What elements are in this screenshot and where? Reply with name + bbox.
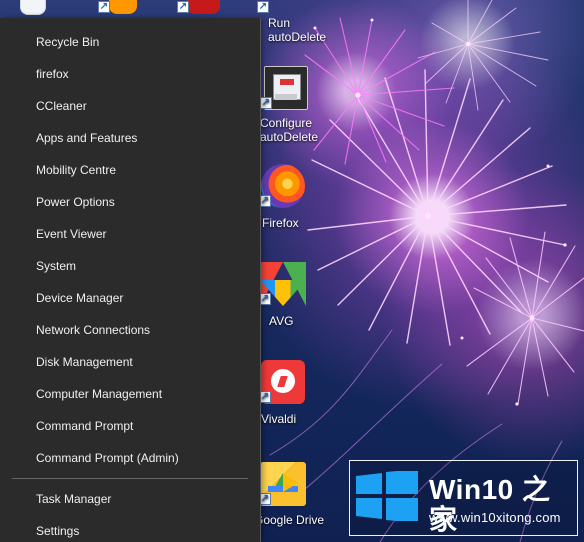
menu-item-system[interactable]: System — [36, 255, 260, 277]
shortcut-arrow-icon: ↗ — [257, 1, 269, 13]
menu-item-device-manager[interactable]: Device Manager — [36, 287, 260, 309]
desktop-icon-google-drive[interactable]: ↗ Google Drive — [254, 462, 328, 540]
desktop-icon-avg[interactable]: ↗ AVG — [258, 262, 328, 332]
watermark-url: www.win10xitong.com — [429, 510, 561, 525]
desktop-icon-configure-autodelete[interactable]: ↗ Configure autoDelete — [258, 66, 328, 144]
menu-item-apps-and-features[interactable]: Apps and Features — [36, 127, 260, 149]
menu-item-disk-management[interactable]: Disk Management — [36, 351, 260, 373]
menu-item-power-options[interactable]: Power Options — [36, 191, 260, 213]
watermark-brand: Win10 之家 — [429, 474, 551, 535]
menu-item-firefox[interactable]: firefox — [36, 63, 260, 85]
menu-item-task-manager[interactable]: Task Manager — [36, 488, 260, 510]
power-user-menu: Recycle Bin firefox CCleaner Apps and Fe… — [0, 18, 261, 542]
desktop-icon-label: Configure autoDelete — [260, 116, 319, 144]
menu-separator — [12, 478, 248, 479]
shortcut-arrow-icon: ↗ — [260, 97, 272, 109]
shortcut-arrow-icon: ↗ — [177, 1, 189, 13]
menu-item-event-viewer[interactable]: Event Viewer — [36, 223, 260, 245]
desktop-icon-vivaldi[interactable]: ↗ Vivaldi — [258, 360, 328, 430]
menu-item-ccleaner[interactable]: CCleaner — [36, 95, 260, 117]
shortcut-arrow-icon: ↗ — [98, 1, 110, 13]
desktop-icon-label: Vivaldi — [261, 412, 297, 426]
firefox-icon[interactable] — [109, 0, 137, 14]
win10-watermark: Win10 之家 www.win10xitong.com — [349, 460, 578, 536]
desktop-icon-firefox[interactable]: ↗ Firefox — [258, 164, 328, 234]
desktop-icon-label: Run autoDelete — [268, 16, 327, 44]
desktop-icon-label: Firefox — [262, 216, 299, 230]
menu-item-command-prompt[interactable]: Command Prompt — [36, 415, 260, 437]
desktop-icon-label: AVG — [269, 314, 294, 328]
desktop-icon-label: Google Drive — [254, 513, 325, 527]
desktop-icon-run-autodelete[interactable]: Run autoDelete — [258, 14, 328, 54]
menu-item-recycle-bin[interactable]: Recycle Bin — [36, 31, 260, 53]
menu-item-network-connections[interactable]: Network Connections — [36, 319, 260, 341]
menu-item-computer-management[interactable]: Computer Management — [36, 383, 260, 405]
recycle-bin-icon[interactable] — [20, 0, 46, 15]
windows-logo-icon — [356, 469, 418, 523]
menu-item-command-prompt-admin[interactable]: Command Prompt (Admin) — [36, 447, 260, 469]
menu-item-mobility-centre[interactable]: Mobility Centre — [36, 159, 260, 181]
ccleaner-icon[interactable] — [187, 0, 220, 14]
menu-item-settings[interactable]: Settings — [36, 520, 260, 542]
